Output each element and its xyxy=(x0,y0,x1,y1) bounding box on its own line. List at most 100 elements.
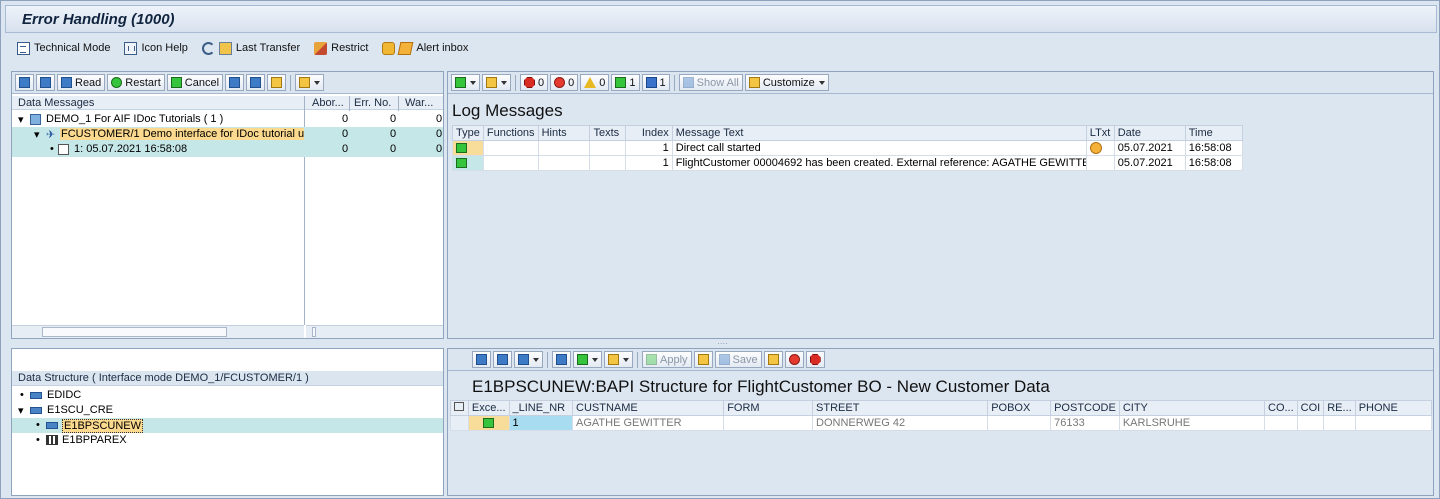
col-custname[interactable]: CUSTNAME xyxy=(571,400,725,416)
country-iso-cell[interactable] xyxy=(1296,415,1325,431)
select-all-icon[interactable] xyxy=(454,402,464,411)
column-divider[interactable] xyxy=(349,96,350,111)
col-street[interactable]: STREET xyxy=(812,400,989,416)
restart-button[interactable]: Restart xyxy=(107,74,165,91)
select-all-cell[interactable] xyxy=(450,400,469,416)
filter-stop-button[interactable]: 0 xyxy=(520,74,549,91)
expand-arrow-icon[interactable]: ▾ xyxy=(18,113,24,126)
find-button[interactable] xyxy=(225,74,245,91)
expand-all-button[interactable] xyxy=(15,74,34,91)
col-texts[interactable]: Texts xyxy=(589,125,627,141)
custname-cell[interactable]: AGATHE GEWITTER xyxy=(571,415,725,431)
col-region[interactable]: RE... xyxy=(1323,400,1356,416)
technical-mode-button[interactable]: Technical Mode xyxy=(17,41,110,55)
row-selector[interactable] xyxy=(450,415,469,431)
mountain-button[interactable] xyxy=(693,351,713,368)
show-all-button[interactable]: Show All xyxy=(678,74,743,91)
tree-horizontal-scrollbar[interactable] xyxy=(12,325,304,338)
columns-horizontal-scrollbar[interactable] xyxy=(306,325,443,338)
region-cell[interactable] xyxy=(1323,415,1356,431)
export-button[interactable] xyxy=(573,351,602,368)
vertical-splitter[interactable] xyxy=(444,71,447,496)
table-row[interactable]: 1 Direct call started 05.07.2021 16:58:0… xyxy=(452,140,1244,156)
col-postcode[interactable]: POSTCODE xyxy=(1050,400,1120,416)
filter-button[interactable] xyxy=(514,351,543,368)
record-button[interactable] xyxy=(784,351,804,368)
filter-error-button[interactable]: 0 xyxy=(550,74,579,91)
read-button[interactable]: Read xyxy=(57,74,106,91)
col-time[interactable]: Time xyxy=(1184,125,1244,141)
restrict-button[interactable]: Restrict xyxy=(314,41,368,55)
table-row[interactable]: 1 AGATHE GEWITTER DONNERWEG 42 76133 KAR… xyxy=(450,415,1433,431)
layout-menu-button[interactable] xyxy=(295,74,325,91)
tree-node-e1bpparex[interactable]: • E1BPPAREX xyxy=(12,433,443,448)
functions-cell[interactable] xyxy=(482,155,539,171)
col-pobox[interactable]: POBOX xyxy=(987,400,1052,416)
col-data-messages[interactable]: Data Messages xyxy=(18,97,94,109)
phone-cell[interactable] xyxy=(1354,415,1433,431)
layout-button[interactable] xyxy=(482,74,511,91)
tree-row-message[interactable]: • 1: 05.07.2021 16:58:08 0 0 0 xyxy=(12,142,443,157)
layout-button[interactable] xyxy=(604,351,633,368)
col-hints[interactable]: Hints xyxy=(537,125,591,141)
question-icon[interactable] xyxy=(1089,142,1102,155)
expand-arrow-icon[interactable]: ▾ xyxy=(18,404,24,417)
hierarchy-button[interactable] xyxy=(267,74,287,91)
icon-help-button[interactable]: Icon Help xyxy=(124,41,188,55)
col-phone[interactable]: PHONE xyxy=(1354,400,1433,416)
col-long-text[interactable]: LTxt xyxy=(1085,125,1115,141)
col-country[interactable]: CO... xyxy=(1264,400,1298,416)
functions-cell[interactable] xyxy=(482,140,539,156)
export-button[interactable] xyxy=(451,74,480,91)
col-warnings[interactable]: War... xyxy=(405,97,433,109)
grid-button[interactable] xyxy=(763,351,783,368)
col-date[interactable]: Date xyxy=(1113,125,1186,141)
col-form[interactable]: FORM xyxy=(723,400,814,416)
col-errors[interactable]: Err. No. xyxy=(354,97,391,109)
pobox-cell[interactable] xyxy=(987,415,1052,431)
expand-arrow-icon[interactable]: ▾ xyxy=(34,128,40,141)
scroll-thumb[interactable] xyxy=(42,327,227,337)
col-index[interactable]: Index xyxy=(625,125,673,141)
col-functions[interactable]: Functions xyxy=(482,125,539,141)
customize-button[interactable]: Customize xyxy=(744,74,829,91)
tree-node-e1bpscunew[interactable]: • E1BPSCUNEW xyxy=(12,418,443,433)
column-divider[interactable] xyxy=(398,96,399,111)
filter-success-button[interactable]: 1 xyxy=(611,74,640,91)
form-cell[interactable] xyxy=(723,415,814,431)
postcode-cell[interactable]: 76133 xyxy=(1050,415,1120,431)
street-cell[interactable]: DONNERWEG 42 xyxy=(812,415,989,431)
col-type[interactable]: Type xyxy=(452,125,484,141)
country-cell[interactable] xyxy=(1264,415,1298,431)
save-button[interactable]: Save xyxy=(714,351,762,368)
col-exception[interactable]: Exce... xyxy=(467,400,510,416)
table-row[interactable]: 1 FlightCustomer 00004692 has been creat… xyxy=(452,155,1244,171)
col-line-nr[interactable]: _LINE_NR xyxy=(508,400,573,416)
filter-warning-button[interactable]: 0 xyxy=(580,74,610,91)
tree-row-interface-group[interactable]: ▾ DEMO_1 For AIF IDoc Tutorials ( 1 ) 0 … xyxy=(12,112,443,127)
find-next-button[interactable] xyxy=(493,351,512,368)
scroll-thumb[interactable] xyxy=(312,327,316,337)
col-country-iso[interactable]: COI xyxy=(1296,400,1325,416)
monitor-button[interactable] xyxy=(246,74,266,91)
horizontal-splitter[interactable]: ···· xyxy=(11,339,1434,348)
last-transfer-button[interactable]: Last Transfer xyxy=(201,41,300,55)
cancel-button[interactable]: Cancel xyxy=(166,74,224,91)
long-text-cell[interactable] xyxy=(1085,140,1115,156)
long-text-cell[interactable] xyxy=(1085,155,1115,171)
city-cell[interactable]: KARLSRUHE xyxy=(1118,415,1266,431)
col-message-text[interactable]: Message Text xyxy=(671,125,1087,141)
alert-inbox-button[interactable]: Alert inbox xyxy=(382,41,468,55)
tree-node-edidc[interactable]: • EDIDC xyxy=(12,388,443,403)
alert-button[interactable] xyxy=(805,351,825,368)
collapse-all-button[interactable] xyxy=(36,74,55,91)
filter-info-button[interactable]: 1 xyxy=(641,74,670,91)
tree-row-interface[interactable]: ▾ ✈ FCUSTOMER/1 Demo interface for IDoc … xyxy=(12,127,443,142)
line-nr-cell[interactable]: 1 xyxy=(508,415,573,431)
apply-button[interactable]: Apply xyxy=(642,351,692,368)
print-button[interactable] xyxy=(552,351,571,368)
col-city[interactable]: CITY xyxy=(1118,400,1266,416)
find-button[interactable] xyxy=(472,351,491,368)
tree-node-e1scu-cre[interactable]: ▾ E1SCU_CRE xyxy=(12,403,443,418)
col-abort[interactable]: Abor... xyxy=(312,97,344,109)
